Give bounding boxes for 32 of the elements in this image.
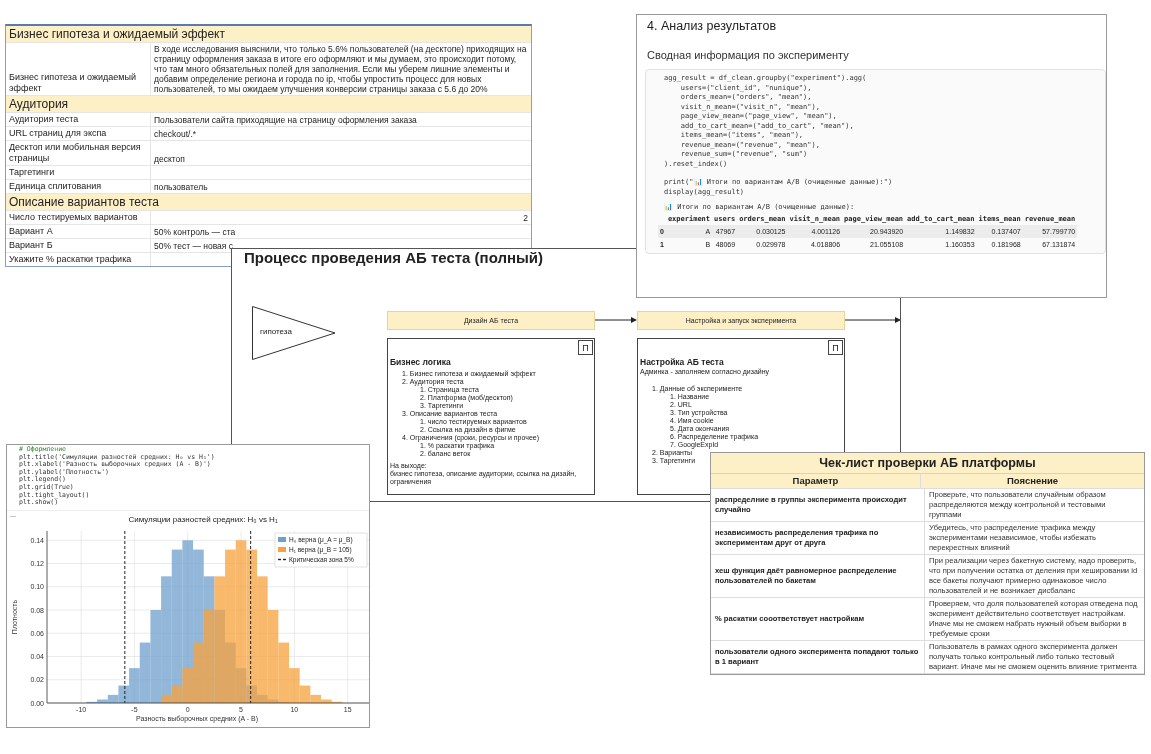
table-cell: Вариант Б [6, 239, 151, 252]
table-cell-text: пользователь [153, 181, 209, 193]
chart-title: Симуляции разностей средних: H₀ vs H₁ [127, 515, 279, 525]
badge: П [828, 340, 843, 355]
table-cell-text: десктоп [153, 153, 186, 165]
table-cell: Единица сплитования [6, 180, 151, 193]
table-cell: Таргетинги [6, 166, 151, 179]
table-cell-text: Пользователи сайта приходящие на страницу оформления заказа [153, 114, 418, 126]
notebook-heading: 4. Анализ результатов [647, 19, 778, 33]
table-cell: Вариант А [6, 225, 151, 238]
card-title: Настройка АБ теста [640, 357, 725, 367]
table-cell: Бизнес гипотеза и ожидаемый эффект [6, 43, 151, 95]
card-title: Бизнес логика [390, 357, 452, 367]
badge: П [578, 340, 593, 355]
table-cell-text: В ходе исследования выяснили, что только 5.6% пользователей (на десктопе) приходящих на страницу оформления заказа в итоге его оформляют и мы думаем, это происходит потому, что там много обязательных полей для заполнения. Если мы уберем лишние элементы и добавим определение региона и города по ip, чтобы упростить процесс для новых пользователей, то мы ожидаем улучшения конверсии страницы заказа с 5.6 до 20% [153, 43, 528, 95]
diagram-title: Процесс проведения АБ теста (полный) [244, 249, 544, 266]
table-cell: Укажите % раскатки трафика [6, 253, 151, 266]
table-cell: Десктоп или мобильная версия страницы [6, 141, 151, 165]
column-header: Параметр [711, 474, 921, 488]
table-cell-text: 2 [522, 212, 529, 224]
section-header: Бизнес гипотеза и ожидаемый эффект [6, 26, 531, 43]
section-header: Описание вариантов теста [6, 194, 531, 211]
table-cell: Аудитория теста [6, 113, 151, 126]
table-cell: Число тестируемых вариантов [6, 211, 151, 224]
shape-label: гипотеза [260, 327, 292, 336]
section-header: Аудитория [6, 96, 531, 113]
table-cell-text: 50% контроль — ста [153, 226, 237, 238]
notebook-subheading: Сводная информация по эксперименту [647, 49, 850, 61]
table-cell: URL страниц для экспа [6, 127, 151, 140]
table-cell-text: checkout/.* [153, 128, 198, 140]
table-title: Чек-лист проверки АБ платформы [711, 453, 1144, 474]
column-header: Пояснение [1005, 474, 1060, 488]
